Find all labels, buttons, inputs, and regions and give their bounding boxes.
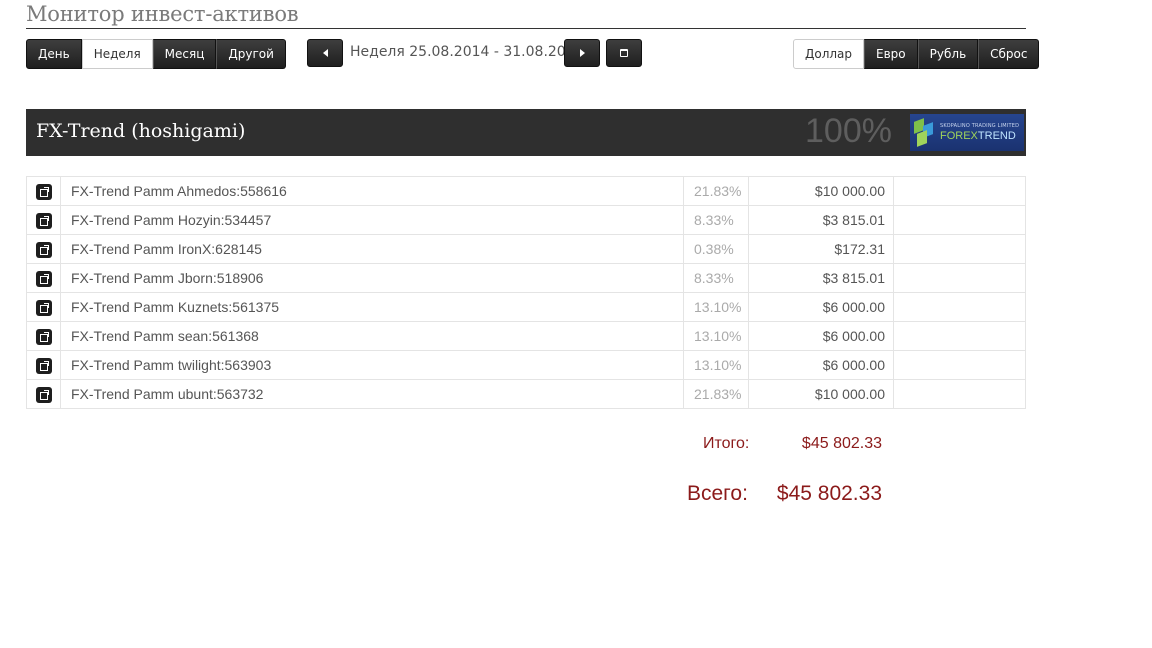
asset-name: FX-Trend Pamm sean:561368 (60, 321, 684, 351)
table-row: FX-Trend Pamm Hozyin:534457 8.33% $3 815… (26, 205, 1026, 235)
calendar-icon (620, 49, 628, 57)
asset-name: FX-Trend Pamm IronX:628145 (60, 234, 684, 264)
calendar-button[interactable] (606, 39, 642, 67)
asset-percent: 21.83% (683, 176, 749, 206)
external-link-icon[interactable] (35, 357, 52, 374)
period-month-button[interactable]: Месяц (152, 39, 217, 69)
asset-percent: 8.33% (683, 263, 749, 293)
forextrend-logo: SKOPALINO TRADING LIMITED FOREXTREND (910, 114, 1024, 151)
page-title: Монитор инвест-активов (26, 0, 1026, 29)
currency-dollar-button[interactable]: Доллар (793, 39, 865, 69)
asset-name: FX-Trend Pamm Jborn:518906 (60, 263, 684, 293)
asset-amount: $6 000.00 (748, 292, 894, 322)
asset-extra-cell (893, 321, 1026, 351)
external-link-icon[interactable] (35, 328, 52, 345)
asset-percent: 8.33% (683, 205, 749, 235)
asset-percent: 13.10% (683, 292, 749, 322)
asset-name: FX-Trend Pamm Kuznets:561375 (60, 292, 684, 322)
period-day-button[interactable]: День (26, 39, 82, 69)
table-row: FX-Trend Pamm Kuznets:561375 13.10% $6 0… (26, 292, 1026, 322)
external-link-icon[interactable] (35, 183, 52, 200)
asset-extra-cell (893, 176, 1026, 206)
external-link-icon[interactable] (35, 270, 52, 287)
currency-reset-button[interactable]: Сброс (978, 39, 1040, 69)
period-week-button[interactable]: Неделя (81, 39, 153, 69)
assets-table: FX-Trend Pamm Ahmedos:558616 21.83% $10 … (26, 176, 1026, 409)
asset-percent: 21.83% (683, 379, 749, 409)
asset-amount: $172.31 (748, 234, 894, 264)
fund-percent: 100% (805, 112, 892, 150)
fund-header: FX-Trend (hoshigami) 100% SKOPALINO TRAD… (26, 109, 1026, 156)
asset-amount: $10 000.00 (748, 176, 894, 206)
asset-extra-cell (893, 263, 1026, 293)
subtotal-label: Итого: (703, 435, 750, 452)
period-selector: День Неделя Месяц Другой (26, 39, 286, 69)
next-week-button[interactable] (564, 39, 600, 67)
external-link-icon[interactable] (35, 299, 52, 316)
asset-amount: $6 000.00 (748, 321, 894, 351)
fund-name: FX-Trend (hoshigami) (36, 120, 246, 142)
arrow-right-icon (579, 49, 585, 57)
grand-total-label: Всего: (687, 482, 748, 505)
external-link-icon[interactable] (35, 241, 52, 258)
asset-percent: 13.10% (683, 350, 749, 380)
asset-amount: $6 000.00 (748, 350, 894, 380)
asset-amount: $3 815.01 (748, 205, 894, 235)
table-row: FX-Trend Pamm IronX:628145 0.38% $172.31 (26, 234, 1026, 264)
asset-extra-cell (893, 292, 1026, 322)
asset-percent: 13.10% (683, 321, 749, 351)
currency-euro-button[interactable]: Евро (864, 39, 918, 69)
asset-extra-cell (893, 234, 1026, 264)
external-link-icon[interactable] (35, 386, 52, 403)
table-row: FX-Trend Pamm twilight:563903 13.10% $6 … (26, 350, 1026, 380)
logo-brand-trend: TREND (977, 129, 1016, 142)
grand-total-value: $45 802.33 (776, 482, 882, 505)
asset-amount: $10 000.00 (748, 379, 894, 409)
logo-mark-icon (914, 117, 936, 148)
currency-ruble-button[interactable]: Рубль (917, 39, 979, 69)
asset-percent: 0.38% (683, 234, 749, 264)
week-range-label: Неделя 25.08.2014 - 31.08.2014 (350, 44, 584, 60)
asset-amount: $3 815.01 (748, 263, 894, 293)
period-other-button[interactable]: Другой (216, 39, 286, 69)
logo-company-text: SKOPALINO TRADING LIMITED (940, 122, 1020, 129)
external-link-icon[interactable] (35, 212, 52, 229)
asset-name: FX-Trend Pamm Hozyin:534457 (60, 205, 684, 235)
asset-name: FX-Trend Pamm ubunt:563732 (60, 379, 684, 409)
asset-name: FX-Trend Pamm Ahmedos:558616 (60, 176, 684, 206)
asset-extra-cell (893, 379, 1026, 409)
table-row: FX-Trend Pamm Ahmedos:558616 21.83% $10 … (26, 176, 1026, 206)
asset-extra-cell (893, 350, 1026, 380)
prev-week-button[interactable] (307, 39, 343, 67)
currency-selector: Доллар Евро Рубль Сброс (793, 39, 1040, 69)
table-row: FX-Trend Pamm Jborn:518906 8.33% $3 815.… (26, 263, 1026, 293)
table-row: FX-Trend Pamm sean:561368 13.10% $6 000.… (26, 321, 1026, 351)
arrow-left-icon (322, 49, 328, 57)
logo-brand-forex: FOREX (940, 129, 978, 142)
table-row: FX-Trend Pamm ubunt:563732 21.83% $10 00… (26, 379, 1026, 409)
subtotal-value: $45 802.33 (801, 435, 882, 452)
asset-name: FX-Trend Pamm twilight:563903 (60, 350, 684, 380)
asset-extra-cell (893, 205, 1026, 235)
